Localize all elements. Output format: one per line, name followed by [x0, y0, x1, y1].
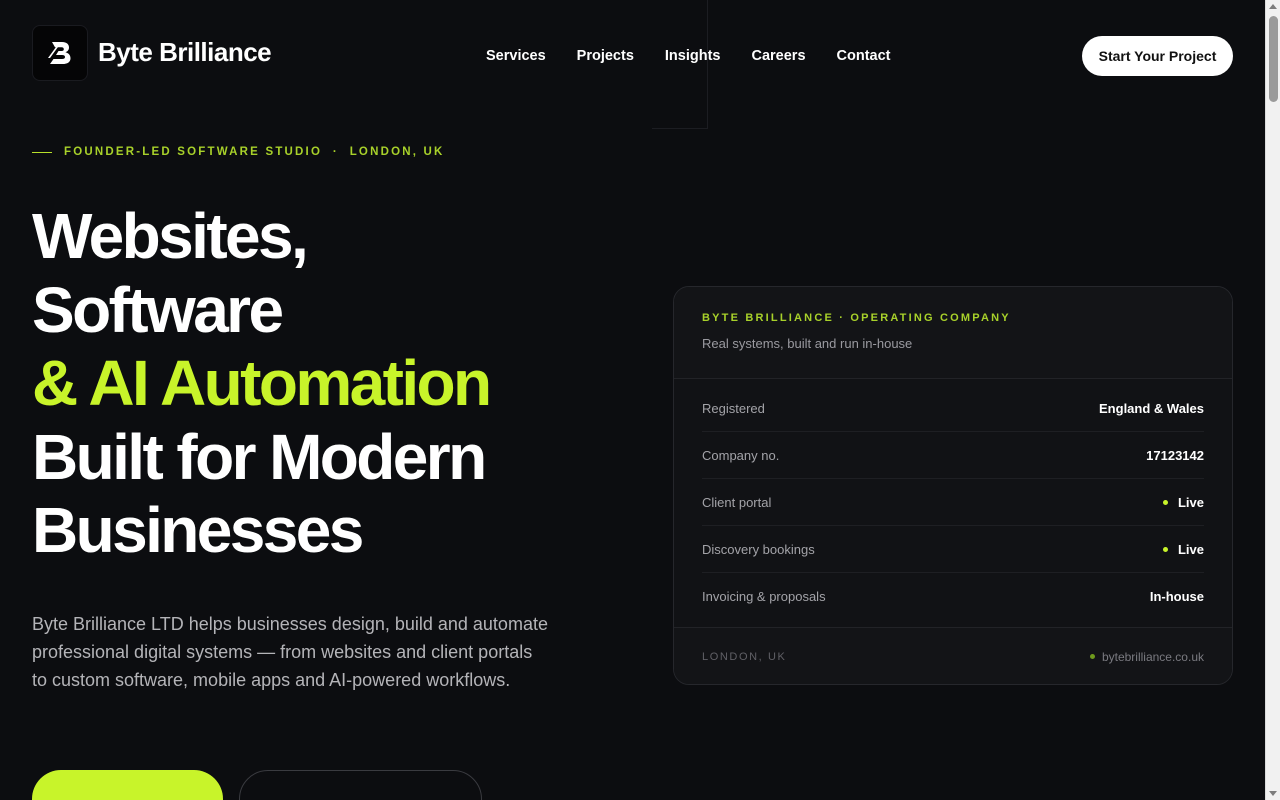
row-label: Client portal: [702, 494, 772, 510]
row-value: 17123142: [1146, 448, 1204, 463]
nav-item-insights[interactable]: Insights: [665, 46, 721, 66]
scroll-up-arrow-icon[interactable]: [1269, 4, 1277, 9]
row-value-text: Live: [1177, 541, 1204, 557]
scroll-down-arrow-icon[interactable]: [1269, 791, 1277, 796]
row-label: Invoicing & proposals: [702, 589, 826, 604]
row-value-text: In-house: [1149, 589, 1204, 604]
card-header: BYTE BRILLIANCE · OPERATING COMPANY Real…: [674, 287, 1232, 379]
row-label: Company no.: [702, 447, 780, 463]
headline-line-2: Software: [32, 273, 284, 346]
live-status-dot-icon: [1162, 546, 1168, 552]
card-subtitle: Real systems, built and run in-house: [702, 336, 913, 351]
card-row-company-no: Company no. 17123142: [702, 432, 1204, 479]
decorative-divider-horizontal: [652, 128, 708, 129]
card-row-discovery-bookings: Discovery bookings Live: [702, 526, 1204, 573]
site-header: Byte Brilliance Services Projects Insigh…: [0, 0, 1265, 112]
nav-item-contact[interactable]: Contact: [837, 46, 891, 66]
row-label: Discovery bookings: [702, 541, 815, 557]
headline-line-5: Businesses: [32, 494, 364, 566]
row-value-text: Live: [1177, 494, 1204, 510]
nav-item-careers[interactable]: Careers: [752, 46, 806, 66]
row-value-text: 17123142: [1146, 447, 1204, 463]
headline-accent-line: & AI Automation: [32, 347, 492, 419]
eyebrow-text: FOUNDER-LED SOFTWARE STUDIO · LONDON, UK: [64, 146, 445, 158]
scroll-thumb[interactable]: [1269, 16, 1278, 102]
headline-line-1: Websites,: [32, 200, 309, 272]
header-start-project-button[interactable]: Start Your Project: [1082, 36, 1233, 76]
headline-line-4: Built for Modern: [32, 420, 487, 493]
row-value: Live: [1162, 494, 1204, 510]
card-footer: LONDON, UK bytebrilliance.co.uk: [674, 627, 1232, 684]
card-row-invoicing: Invoicing & proposals In-house: [702, 573, 1204, 620]
hero-eyebrow: FOUNDER-LED SOFTWARE STUDIO · LONDON, UK: [32, 145, 445, 159]
start-project-button[interactable]: Start Your Project: [32, 770, 223, 800]
status-dot-icon: [1089, 654, 1095, 659]
book-discovery-call-button[interactable]: Book a Discovery Call →: [239, 770, 482, 800]
domain-text: bytebrilliance.co.uk: [1101, 649, 1204, 664]
card-footer-location: LONDON, UK: [702, 650, 787, 663]
card-rows: Registered England & Wales Company no. 1…: [674, 379, 1232, 627]
decorative-divider-vertical: [707, 0, 708, 128]
hero-headline: Websites, Software & AI Automation Built…: [32, 200, 632, 568]
row-value: Live: [1162, 541, 1204, 557]
main-nav: Services Projects Insights Careers Conta…: [486, 46, 891, 66]
brand-name[interactable]: Byte Brilliance: [98, 36, 272, 68]
nav-item-services[interactable]: Services: [486, 46, 546, 66]
live-status-dot-icon: [1162, 499, 1168, 505]
card-row-registered: Registered England & Wales: [702, 385, 1204, 432]
logo-mark[interactable]: [32, 25, 88, 81]
card-kicker: BYTE BRILLIANCE · OPERATING COMPANY: [702, 312, 1011, 324]
row-value-text: England & Wales: [1099, 400, 1204, 416]
page: Byte Brilliance Services Projects Insigh…: [0, 0, 1280, 800]
card-footer-domain[interactable]: bytebrilliance.co.uk: [1089, 649, 1204, 664]
eyebrow-line: [32, 151, 52, 153]
row-label: Registered: [702, 400, 765, 416]
page-scrollbar[interactable]: [1265, 0, 1280, 800]
row-value: England & Wales: [1099, 401, 1204, 416]
card-row-client-portal: Client portal Live: [702, 479, 1204, 526]
row-value: In-house: [1150, 589, 1204, 604]
b-monogram-icon: [48, 42, 71, 64]
nav-item-projects[interactable]: Projects: [577, 46, 634, 66]
company-info-card: BYTE BRILLIANCE · OPERATING COMPANY Real…: [673, 286, 1233, 685]
hero-lead: Byte Brilliance LTD helps businesses des…: [32, 614, 548, 690]
